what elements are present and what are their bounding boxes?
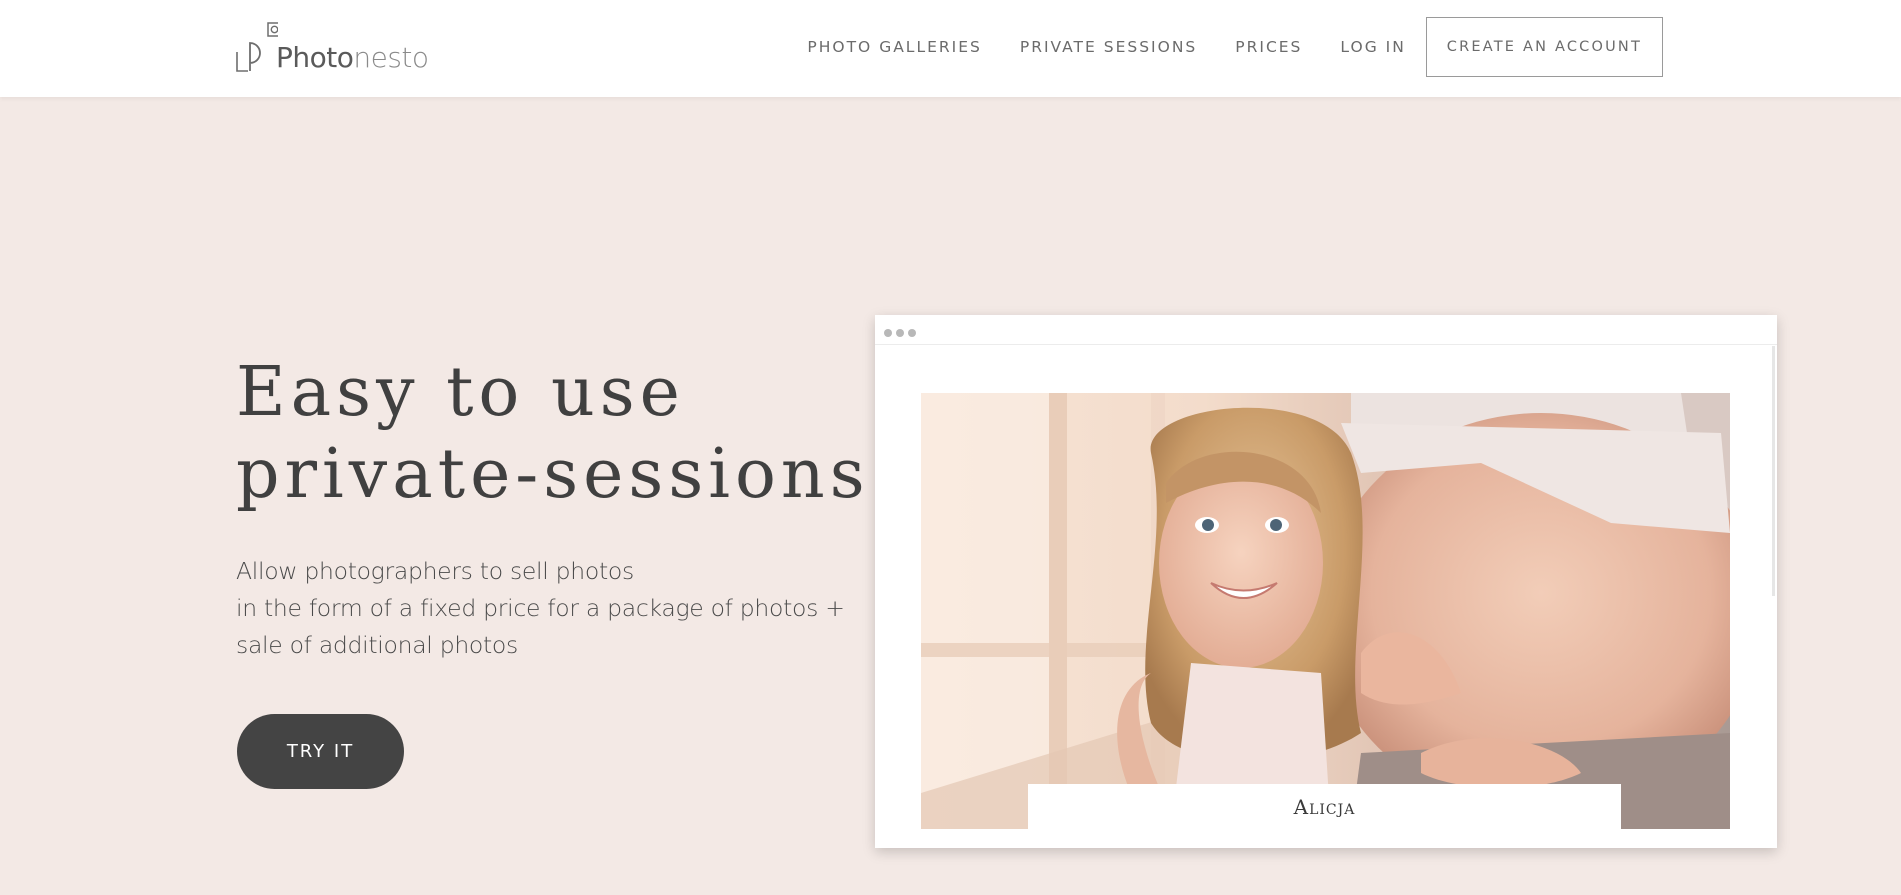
hero-title: Easy to use private-sessions	[236, 352, 870, 516]
photonesto-logo[interactable]: Photonesto	[236, 22, 429, 74]
camera-logo-icon	[236, 22, 278, 72]
hero-description-line: sale of additional photos	[236, 631, 518, 659]
hero-description-line: Allow photographers to sell photos	[236, 557, 634, 585]
hero-description-line: in the form of a fixed price for a packa…	[236, 594, 845, 622]
hero-description: Allow photographers to sell photos in th…	[236, 553, 845, 664]
site-header: Photonesto PHOTO GALLERIES PRIVATE SESSI…	[0, 0, 1901, 97]
session-photo	[921, 393, 1730, 829]
nav-prices[interactable]: PRICES	[1235, 38, 1302, 56]
window-dots-icon	[884, 329, 916, 337]
main-nav: PHOTO GALLERIES PRIVATE SESSIONS PRICES …	[769, 17, 1663, 77]
nav-log-in[interactable]: LOG IN	[1340, 38, 1405, 56]
scrollbar[interactable]	[1772, 346, 1775, 596]
logo-wordmark: Photonesto	[276, 41, 429, 74]
nav-photo-galleries[interactable]: PHOTO GALLERIES	[807, 38, 981, 56]
nav-private-sessions[interactable]: PRIVATE SESSIONS	[1020, 38, 1197, 56]
hero-title-line: private-sessions	[236, 435, 870, 514]
try-it-button[interactable]: TRY IT	[237, 714, 404, 789]
photo-caption: Alicja	[1028, 784, 1621, 830]
create-account-button[interactable]: CREATE AN ACCOUNT	[1425, 17, 1663, 77]
browser-titlebar	[875, 315, 1777, 345]
browser-mockup: Alicja	[875, 315, 1777, 848]
hero-title-line: Easy to use	[236, 353, 685, 432]
family-photo-image	[921, 393, 1730, 829]
